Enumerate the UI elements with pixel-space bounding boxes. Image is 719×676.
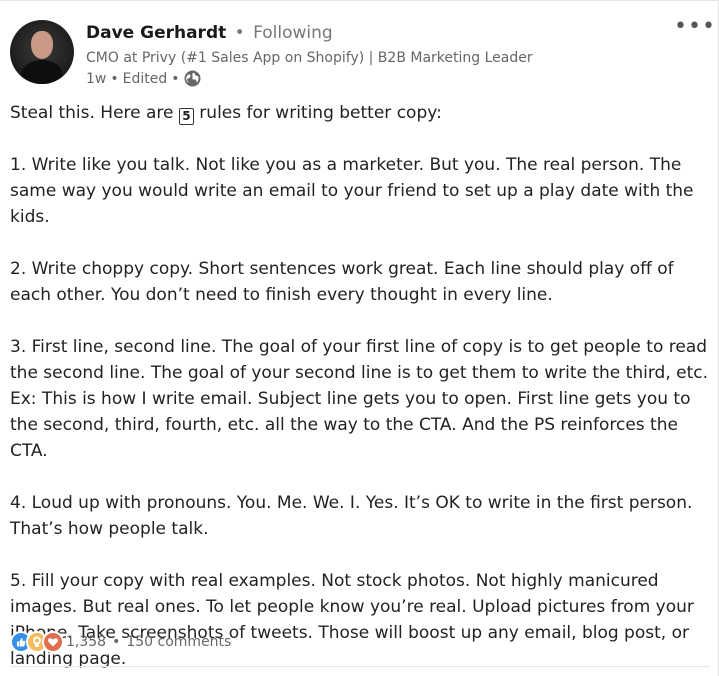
edited-label: Edited xyxy=(122,70,168,87)
intro-text-end: rules for writing better copy: xyxy=(193,103,442,123)
love-icon xyxy=(42,631,64,653)
reaction-count[interactable]: 1,358 xyxy=(66,634,106,650)
intro-text: Steal this. Here are xyxy=(10,103,179,123)
rule-paragraph: 1. Write like you talk. Not like you as … xyxy=(10,155,694,227)
social-counts: 1,358 • 150 comments xyxy=(10,631,231,653)
keycap-five-emoji: 5 xyxy=(178,108,194,125)
rule-paragraph: 2. Write choppy copy. Short sentences wo… xyxy=(10,259,674,305)
meta-separator: • xyxy=(110,70,119,87)
more-options-icon[interactable]: ••• xyxy=(674,14,715,39)
action-divider xyxy=(10,666,710,667)
meta-separator: • xyxy=(171,70,180,87)
globe-icon xyxy=(184,70,201,87)
author-headline: CMO at Privy (#1 Sales App on Shopify) |… xyxy=(86,50,533,66)
follow-status[interactable]: Following xyxy=(253,23,333,43)
avatar-shirt xyxy=(21,60,63,84)
author-separator: • xyxy=(234,23,245,43)
author-avatar[interactable] xyxy=(10,20,74,84)
post-meta: 1w • Edited • xyxy=(86,70,201,87)
feed-post: Dave Gerhardt • Following CMO at Privy (… xyxy=(0,0,719,676)
comments-count[interactable]: 150 comments xyxy=(126,634,231,650)
rule-paragraph: 3. First line, second line. The goal of … xyxy=(10,337,708,461)
rule-paragraph: 4. Loud up with pronouns. You. Me. We. I… xyxy=(10,493,693,539)
reaction-icons[interactable] xyxy=(10,631,64,653)
post-text: Steal this. Here are 5 rules for writing… xyxy=(10,100,715,672)
post-intro: Steal this. Here are 5 rules for writing… xyxy=(10,100,715,126)
post-time[interactable]: 1w xyxy=(86,71,106,87)
rule-paragraph: 5. Fill your copy with real examples. No… xyxy=(10,571,694,669)
avatar-head xyxy=(31,31,53,59)
social-separator: • xyxy=(112,634,121,650)
author-line: Dave Gerhardt • Following xyxy=(86,23,333,43)
author-name[interactable]: Dave Gerhardt xyxy=(86,23,226,43)
